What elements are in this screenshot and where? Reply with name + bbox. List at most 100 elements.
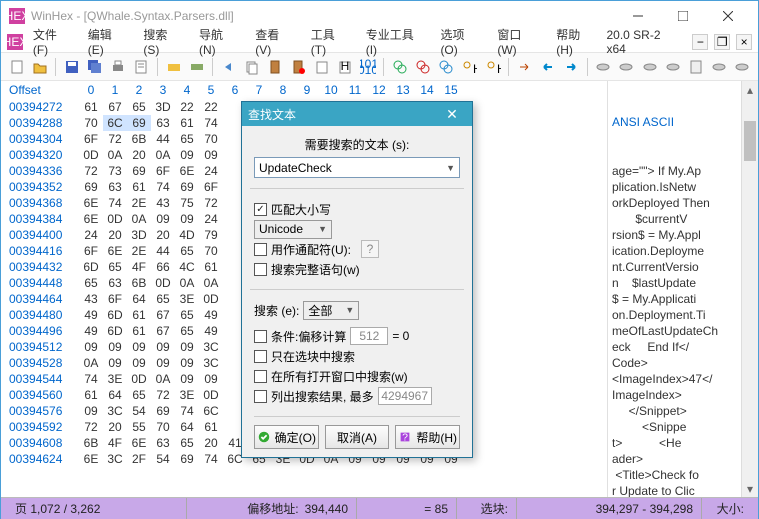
byte-cell[interactable]: 09	[199, 147, 223, 163]
byte-cell[interactable]: 69	[127, 115, 151, 131]
byte-cell[interactable]: 0A	[103, 147, 127, 163]
byte-cell[interactable]: 69	[151, 403, 175, 419]
byte-cell[interactable]: 3C	[199, 355, 223, 371]
byte-cell[interactable]: 65	[175, 131, 199, 147]
chevron-down-icon[interactable]: ▼	[345, 305, 354, 315]
byte-cell[interactable]: 67	[151, 307, 175, 323]
byte-cell[interactable]: 20	[151, 227, 175, 243]
byte-cell[interactable]: 70	[199, 243, 223, 259]
close-button[interactable]	[705, 2, 750, 30]
maximize-button[interactable]	[660, 2, 705, 30]
byte-cell[interactable]: 65	[151, 291, 175, 307]
calc-icon[interactable]	[686, 57, 705, 77]
ascii-row[interactable]: nt.CurrentVersio	[612, 259, 737, 275]
byte-cell[interactable]: 43	[79, 291, 103, 307]
byte-cell[interactable]: 6D	[103, 307, 127, 323]
ascii-row[interactable]: orkDeployed Then	[612, 195, 737, 211]
disk4-icon[interactable]	[663, 57, 682, 77]
find-icon[interactable]	[390, 57, 409, 77]
byte-cell[interactable]: 6F	[103, 291, 127, 307]
minimize-button[interactable]	[615, 2, 660, 30]
byte-cell[interactable]: 0A	[175, 275, 199, 291]
disk6-icon[interactable]	[733, 57, 752, 77]
byte-cell[interactable]: 65	[175, 323, 199, 339]
ascii-row[interactable]: ImageIndex>	[612, 387, 737, 403]
vertical-scrollbar[interactable]: ▴ ▾	[741, 81, 758, 497]
saveall-icon[interactable]	[85, 57, 104, 77]
byte-cell[interactable]: 75	[175, 195, 199, 211]
byte-cell[interactable]: 0A	[127, 211, 151, 227]
ascii-row[interactable]: age=""> If My.Ap	[612, 163, 737, 179]
open-disk-icon[interactable]	[164, 57, 183, 77]
dialog-close-icon[interactable]: ✕	[438, 106, 466, 123]
byte-cell[interactable]: 22	[175, 99, 199, 115]
disk3-icon[interactable]	[640, 57, 659, 77]
byte-cell[interactable]: 20	[127, 147, 151, 163]
byte-cell[interactable]: 0D	[79, 147, 103, 163]
byte-cell[interactable]: 20	[103, 227, 127, 243]
byte-cell[interactable]: 4F	[103, 435, 127, 451]
byte-cell[interactable]: 65	[79, 275, 103, 291]
findtext-icon[interactable]	[437, 57, 456, 77]
scroll-up-icon[interactable]: ▴	[742, 81, 758, 98]
byte-cell[interactable]: 6D	[79, 259, 103, 275]
mdi-minimize[interactable]: −	[692, 34, 708, 50]
byte-cell[interactable]: 0D	[103, 211, 127, 227]
byte-cell[interactable]: 69	[127, 163, 151, 179]
byte-cell[interactable]: 69	[175, 451, 199, 467]
byte-cell[interactable]: 66	[151, 259, 175, 275]
byte-cell[interactable]: 20	[103, 419, 127, 435]
byte-cell[interactable]: 63	[151, 435, 175, 451]
byte-cell[interactable]: 6E	[79, 451, 103, 467]
byte-cell[interactable]: 61	[79, 99, 103, 115]
byte-cell[interactable]: 49	[79, 323, 103, 339]
clipboard1-icon[interactable]	[266, 57, 285, 77]
byte-cell[interactable]: 3C	[199, 339, 223, 355]
byte-cell[interactable]: 4D	[175, 227, 199, 243]
byte-cell[interactable]: 09	[175, 147, 199, 163]
menu-edit[interactable]: 编辑(E)	[82, 24, 134, 59]
wildcard-char-button[interactable]: ?	[361, 240, 379, 258]
ascii-row[interactable]: <ImageIndex>47</	[612, 371, 737, 387]
ascii-row[interactable]: eck End If</	[612, 339, 737, 355]
byte-cell[interactable]: 6F	[151, 163, 175, 179]
byte-cell[interactable]: 44	[151, 131, 175, 147]
byte-cell[interactable]: 2E	[127, 195, 151, 211]
wildcards-checkbox[interactable]	[254, 243, 267, 256]
byte-cell[interactable]: 69	[175, 179, 199, 195]
ascii-row[interactable]: <Snippe	[612, 419, 737, 435]
byte-cell[interactable]: 70	[79, 115, 103, 131]
help-button[interactable]: ?帮助(H)	[395, 425, 460, 449]
byte-cell[interactable]: 6F	[79, 243, 103, 259]
ascii-row[interactable]: t> <He	[612, 435, 737, 451]
byte-cell[interactable]: 6F	[79, 131, 103, 147]
menu-protools[interactable]: 专业工具(I)	[360, 24, 431, 59]
ascii-row[interactable]: </Snippet>	[612, 403, 737, 419]
byte-cell[interactable]: 79	[199, 227, 223, 243]
menu-file[interactable]: 文件(F)	[27, 24, 78, 59]
byte-cell[interactable]: 61	[127, 179, 151, 195]
byte-cell[interactable]: 6E	[79, 195, 103, 211]
byte-cell[interactable]: 49	[79, 307, 103, 323]
byte-cell[interactable]: 0D	[127, 371, 151, 387]
byte-cell[interactable]: 6B	[79, 435, 103, 451]
byte-cell[interactable]: 6E	[79, 211, 103, 227]
clipboard2-icon[interactable]	[289, 57, 308, 77]
byte-cell[interactable]: 09	[79, 339, 103, 355]
findhex-icon[interactable]	[414, 57, 433, 77]
encoding-select[interactable]: Unicode▼	[254, 220, 332, 239]
byte-cell[interactable]: 6C	[199, 403, 223, 419]
byte-cell[interactable]: 09	[103, 339, 127, 355]
byte-cell[interactable]: 0A	[151, 147, 175, 163]
byte-cell[interactable]: 61	[175, 115, 199, 131]
disk2-icon[interactable]	[617, 57, 636, 77]
search-text-input[interactable]: UpdateCheck ▼	[254, 157, 460, 178]
byte-cell[interactable]: 09	[175, 211, 199, 227]
ascii-row[interactable]: on.Deployment.Ti	[612, 307, 737, 323]
properties-icon[interactable]	[132, 57, 151, 77]
ascii-row[interactable]: ication.Deployme	[612, 243, 737, 259]
byte-cell[interactable]: 0A	[79, 355, 103, 371]
byte-cell[interactable]: 3E	[175, 291, 199, 307]
byte-cell[interactable]: 3E	[103, 371, 127, 387]
list-max-input[interactable]	[378, 387, 432, 405]
